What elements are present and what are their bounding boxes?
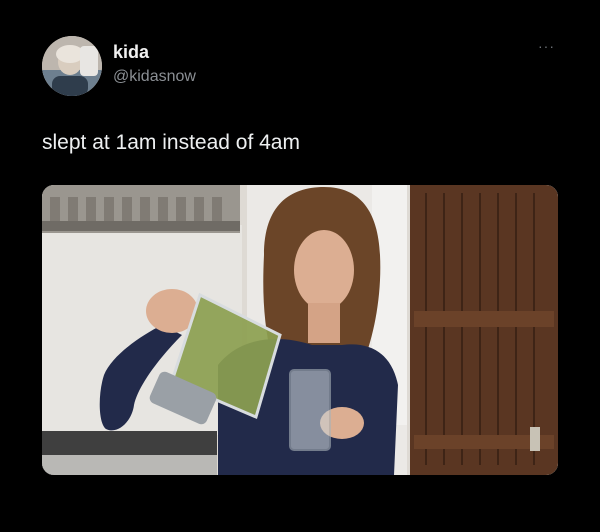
- author-avatar[interactable]: [42, 36, 102, 96]
- tweet-text: slept at 1am instead of 4am: [42, 131, 300, 154]
- more-options-icon[interactable]: ···: [538, 38, 555, 54]
- author-handle[interactable]: @kidasnow: [113, 68, 196, 86]
- photo-image: [42, 185, 558, 475]
- author-display-name[interactable]: kida: [113, 42, 149, 63]
- tweet-media-photo[interactable]: [42, 185, 558, 475]
- avatar-photo: [42, 36, 102, 96]
